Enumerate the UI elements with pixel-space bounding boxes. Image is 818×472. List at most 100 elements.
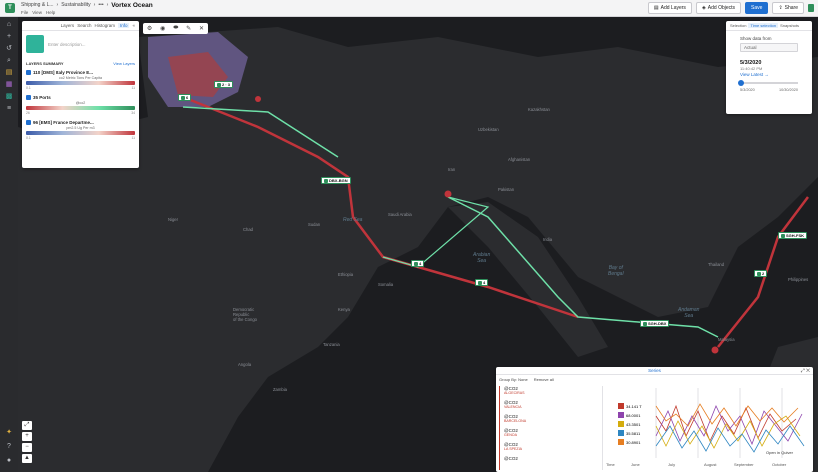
left-sidebar: ⌂ + ↺ ⌕ ▤ ▦ ▩ ≡ ✦ ? ● xyxy=(0,17,18,472)
save-button[interactable]: Save xyxy=(745,2,769,14)
map-label: Saudi Arabia xyxy=(388,212,412,217)
series-item[interactable]: @CO2 ALGECIRAS xyxy=(499,386,602,400)
eye-icon[interactable]: ◉ xyxy=(160,25,165,32)
menu-help[interactable]: Help xyxy=(46,10,55,15)
view-latest-link[interactable]: View Latest → xyxy=(740,72,798,77)
slider-knob[interactable] xyxy=(738,80,744,86)
fit-bounds-icon[interactable]: ⤢ xyxy=(22,421,32,430)
plus-icon[interactable]: + xyxy=(5,33,13,41)
node-icon xyxy=(324,178,328,183)
share-icon: ⇪ xyxy=(778,5,783,11)
history-icon[interactable]: ↺ xyxy=(5,45,13,53)
share-label: Share xyxy=(784,5,798,11)
badge-swatch xyxy=(618,421,624,427)
help-icon[interactable]: ? xyxy=(5,443,13,451)
node-label: SGH-DBX xyxy=(648,321,667,326)
route-node[interactable]: 2 · 3 xyxy=(214,81,234,88)
color-ramp xyxy=(26,106,135,110)
menu-view[interactable]: View xyxy=(32,10,42,15)
map-label: Andaman Sea xyxy=(678,307,700,319)
page-title[interactable]: Vortex Ocean xyxy=(111,2,152,9)
layer-item[interactable]: 110 [DMS] Italy Province E... co2 Metric… xyxy=(22,68,139,93)
route-node[interactable]: SGH-DBX xyxy=(640,320,670,327)
tab-info[interactable]: Info xyxy=(117,23,130,28)
home-icon[interactable]: ⌂ xyxy=(5,21,13,29)
breadcrumb-item[interactable]: Shipping & L... xyxy=(21,2,54,8)
series-port: GENOA xyxy=(504,433,517,437)
tab-time-selection[interactable]: Time selection xyxy=(748,23,779,28)
add-objects-button[interactable]: ◈ Add Objects xyxy=(695,2,742,14)
port-marker[interactable] xyxy=(444,190,452,198)
node-label: 4 xyxy=(419,261,422,266)
stack-icon[interactable]: ≡ xyxy=(5,105,13,113)
remove-all-button[interactable]: Remove all xyxy=(534,377,554,382)
user-avatar-icon[interactable]: ● xyxy=(5,457,13,465)
chart-icon[interactable]: ▦ xyxy=(5,81,13,89)
zoom-out-icon[interactable]: − xyxy=(22,443,32,452)
route-node[interactable]: 4 xyxy=(475,279,489,286)
group-by-select[interactable]: Group By: None xyxy=(499,377,528,382)
toggle-icon[interactable]: ⬬ xyxy=(173,25,178,32)
search-icon[interactable]: ⌕ xyxy=(5,57,13,65)
route-node[interactable]: 6 xyxy=(178,94,192,101)
layers-summary-title: LAYERS SUMMARY xyxy=(26,61,64,66)
node-label: DBX-BGN xyxy=(329,178,348,183)
tab-selection[interactable]: Selection xyxy=(730,23,746,28)
view-layers-link[interactable]: View Layers xyxy=(113,61,135,66)
tab-snapshots[interactable]: Snapshots xyxy=(780,23,799,28)
route-node[interactable]: 4 xyxy=(411,260,425,267)
add-layers-button[interactable]: ▤ Add Layers xyxy=(647,2,692,14)
zoom-in-icon[interactable]: + xyxy=(22,432,32,441)
tab-histogram[interactable]: Histogram xyxy=(94,23,115,28)
breadcrumb-item[interactable]: ••• xyxy=(98,2,103,8)
time-slider[interactable] xyxy=(738,80,798,86)
series-chart[interactable]: 34.141 T 68.0001 43.3501 35.5811 30.8901… xyxy=(606,386,809,468)
node-label: SGH-FSK xyxy=(786,233,804,238)
series-item[interactable]: @CO2 GENOA xyxy=(499,428,602,442)
series-item[interactable]: @CO2 xyxy=(499,456,602,470)
node-label: 2 xyxy=(762,271,765,276)
series-port: VALENCIA xyxy=(504,405,522,409)
series-item[interactable]: @CO2 BARCELONA xyxy=(499,414,602,428)
edit-icon[interactable]: ✎ xyxy=(186,25,191,32)
menu-file[interactable]: File xyxy=(21,10,28,15)
map-label: India xyxy=(543,237,553,242)
tab-search[interactable]: Search xyxy=(77,23,91,28)
node-icon xyxy=(478,280,482,285)
selected-time: 11:40:42 PM xyxy=(740,66,763,71)
map-controls: ⤢ + − ▲ xyxy=(22,421,32,463)
route-node[interactable]: SGH-FSK xyxy=(778,232,807,239)
layer-item[interactable]: 35 Ports @co2 26 34 xyxy=(22,93,139,118)
collapse-icon[interactable]: « xyxy=(132,23,135,28)
series-title: Series xyxy=(648,368,661,373)
status-icon[interactable] xyxy=(808,4,814,12)
compass-icon[interactable]: ▲ xyxy=(22,454,32,463)
close-icon[interactable]: ✕ xyxy=(199,25,204,32)
layers-icon[interactable]: ▤ xyxy=(5,69,13,77)
badge-value: 34.141 T xyxy=(626,404,642,409)
data-source-select[interactable]: Actual xyxy=(740,43,798,52)
route-node[interactable]: DBX-BGN xyxy=(321,177,351,184)
app-logo[interactable]: T xyxy=(5,3,15,13)
ramp-min: 26 xyxy=(26,111,30,115)
series-chart-svg: 34.141 T 68.0001 43.3501 35.5811 30.8901… xyxy=(606,388,805,467)
map-label: Tanzania xyxy=(323,342,340,347)
port-marker[interactable] xyxy=(255,96,261,102)
table-icon[interactable]: ▩ xyxy=(5,93,13,101)
tab-layers[interactable]: Layers xyxy=(61,23,75,28)
series-item[interactable]: @CO2 VALENCIA xyxy=(499,400,602,414)
x-tick: August xyxy=(704,462,717,467)
add-layers-label: Add Layers xyxy=(660,5,686,11)
open-in-quiver-button[interactable]: Open in Quiver xyxy=(766,450,794,455)
series-item[interactable]: @CO2 LA SPEZIA xyxy=(499,442,602,456)
description-input[interactable]: Enter description... xyxy=(48,42,86,47)
bulb-icon[interactable]: ✦ xyxy=(5,429,13,437)
layer-item[interactable]: 96 [EMS] France Departme... pm2.5 Ug Per… xyxy=(22,118,139,143)
port-marker[interactable] xyxy=(711,346,719,354)
route-node[interactable]: 2 xyxy=(754,270,768,277)
ramp-min: 0.1 xyxy=(26,86,31,90)
breadcrumb-item[interactable]: Sustainability xyxy=(61,2,90,8)
close-icon[interactable]: ⤢ ✕ xyxy=(801,368,810,374)
settings-icon[interactable]: ⚙ xyxy=(147,25,152,32)
share-button[interactable]: ⇪ Share xyxy=(772,2,804,14)
